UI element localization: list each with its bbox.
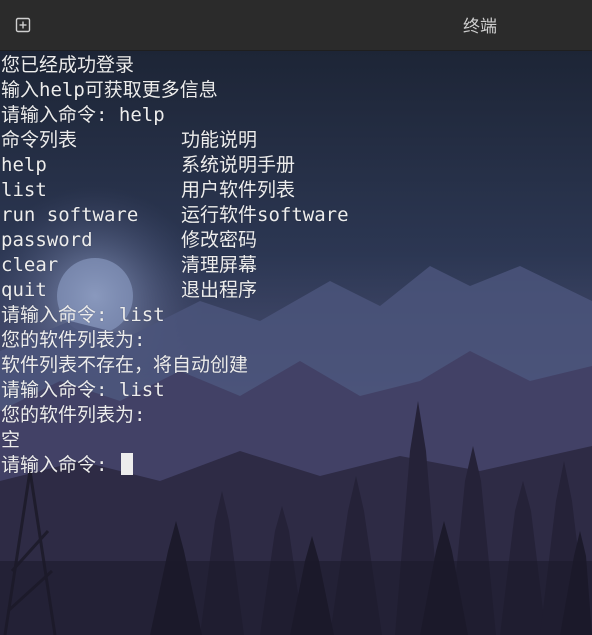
plus-box-icon	[15, 17, 31, 33]
help-description: 用户软件列表	[181, 179, 296, 201]
output-line: 软件列表不存在，将自动创建	[1, 354, 249, 376]
help-description: 修改密码	[181, 229, 258, 251]
command-prompt: 请输入命令:	[1, 454, 119, 476]
help-table-row: clear 清理屏幕	[1, 253, 349, 278]
help-command: quit	[1, 279, 47, 301]
help-command: run software	[1, 204, 139, 226]
output-line: 请输入命令: help	[1, 104, 165, 126]
help-table-row: 命令列表 功能说明	[1, 128, 349, 153]
help-table-row: password 修改密码	[1, 228, 349, 253]
help-command: help	[1, 154, 47, 176]
help-table-row: list 用户软件列表	[1, 178, 349, 203]
output-line: 输入help可获取更多信息	[1, 79, 218, 101]
terminal-output: 您已经成功登录 输入help可获取更多信息 请输入命令: help 命令列表 功能说明 h…	[1, 53, 349, 478]
terminal-view[interactable]: 您已经成功登录 输入help可获取更多信息 请输入命令: help 命令列表 功能说明 h…	[0, 51, 592, 635]
terminal-window: 终端 您已经成功登录 输入help可获取更多信息 请输入命令: help 命令列…	[0, 0, 592, 635]
new-tab-button[interactable]	[12, 14, 34, 36]
help-description: 退出程序	[181, 279, 258, 301]
output-line: 您的软件列表为:	[1, 329, 146, 351]
help-command: clear	[1, 254, 59, 276]
text-cursor[interactable]	[120, 453, 133, 475]
help-command: 命令列表	[1, 129, 78, 151]
help-command: list	[1, 179, 47, 201]
output-line: 您已经成功登录	[1, 54, 135, 76]
output-line: 您的软件列表为:	[1, 404, 146, 426]
help-table-row: quit 退出程序	[1, 278, 349, 303]
help-table-row: help 系统说明手册	[1, 153, 349, 178]
help-description: 运行软件software	[181, 204, 349, 226]
window-title: 终端	[463, 17, 497, 37]
prompt-line[interactable]: 请输入命令:	[1, 453, 349, 478]
help-description: 清理屏幕	[181, 254, 258, 276]
help-description: 功能说明	[181, 129, 258, 151]
title-bar: 终端	[0, 0, 592, 51]
help-description: 系统说明手册	[181, 154, 296, 176]
output-line: 请输入命令: list	[1, 304, 165, 326]
output-line: 空	[1, 429, 21, 451]
output-line: 请输入命令: list	[1, 379, 165, 401]
help-command: password	[1, 229, 93, 251]
help-table-row: run software 运行软件software	[1, 203, 349, 228]
